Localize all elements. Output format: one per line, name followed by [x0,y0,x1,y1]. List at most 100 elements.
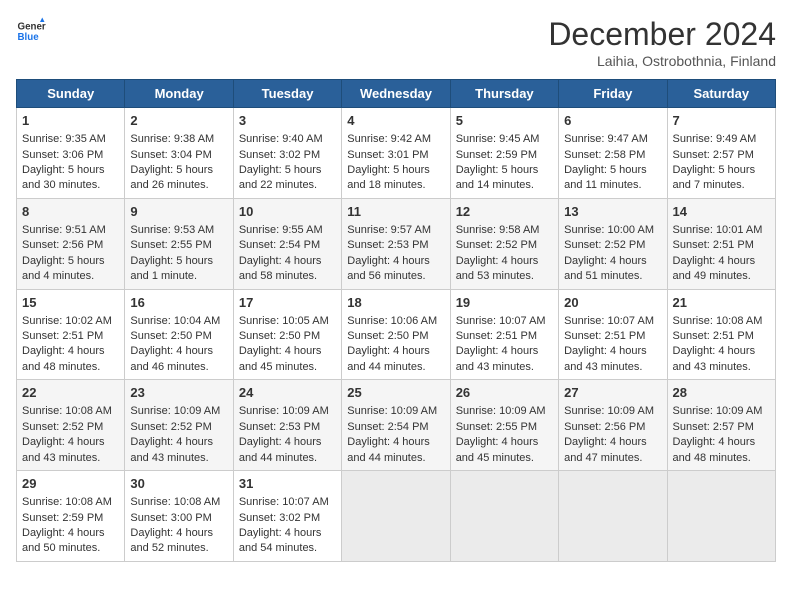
day-info: Sunset: 2:51 PM [673,238,770,253]
day-info: Sunrise: 10:09 AM [456,404,553,419]
day-info: and 51 minutes. [564,269,661,284]
calendar-cell: 19Sunrise: 10:07 AMSunset: 2:51 PMDaylig… [450,289,558,380]
day-info: Sunset: 2:54 PM [347,420,444,435]
calendar-cell: 6Sunrise: 9:47 AMSunset: 2:58 PMDaylight… [559,108,667,199]
calendar-cell: 7 Sunrise: 9:49 AMSunset: 2:57 PMDaylight… [667,108,775,199]
calendar-cell: 4Sunrise: 9:42 AMSunset: 3:01 PMDaylight… [342,108,450,199]
day-number: 21 [673,294,770,312]
day-info: Daylight: 5 hours [22,254,119,269]
day-info: Sunrise: 9:38 AM [130,132,227,147]
day-info: and 45 minutes. [456,451,553,466]
day-info: Sunset: 2:52 PM [564,238,661,253]
day-info: and 7 minutes. [673,178,770,193]
day-info: and 56 minutes. [347,269,444,284]
day-info: Daylight: 4 hours [564,254,661,269]
day-info: Sunset: 2:51 PM [456,329,553,344]
day-info: Daylight: 4 hours [564,344,661,359]
calendar-cell: 11Sunrise: 9:57 AMSunset: 2:53 PMDayligh… [342,198,450,289]
day-info: Sunrise: 9:35 AM [22,132,119,147]
day-info: and 54 minutes. [239,541,336,556]
calendar-cell: 3Sunrise: 9:40 AMSunset: 3:02 PMDaylight… [233,108,341,199]
day-info: Sunset: 2:52 PM [456,238,553,253]
day-number: 14 [673,203,770,221]
day-info: and 26 minutes. [130,178,227,193]
day-info: Sunset: 2:57 PM [673,420,770,435]
calendar-table: SundayMondayTuesdayWednesdayThursdayFrid… [16,79,776,562]
day-info: Sunset: 2:58 PM [564,148,661,163]
logo-icon: General Blue [16,16,46,46]
calendar-cell [342,471,450,562]
day-info: Sunset: 3:04 PM [130,148,227,163]
calendar-cell [667,471,775,562]
day-info: Daylight: 4 hours [239,344,336,359]
day-info: and 30 minutes. [22,178,119,193]
svg-text:General: General [18,22,47,33]
calendar-cell: 14Sunrise: 10:01 AMSunset: 2:51 PMDaylig… [667,198,775,289]
day-number: 16 [130,294,227,312]
day-info: Daylight: 4 hours [22,435,119,450]
day-number: 20 [564,294,661,312]
day-info: Daylight: 5 hours [673,163,770,178]
calendar-header: SundayMondayTuesdayWednesdayThursdayFrid… [17,80,776,108]
header-thursday: Thursday [450,80,558,108]
day-info: and 48 minutes. [673,451,770,466]
day-info: Sunrise: 9:55 AM [239,223,336,238]
calendar-cell: 1Sunrise: 9:35 AMSunset: 3:06 PMDaylight… [17,108,125,199]
day-info: Sunset: 2:54 PM [239,238,336,253]
calendar-cell: 22Sunrise: 10:08 AMSunset: 2:52 PMDaylig… [17,380,125,471]
day-info: Sunset: 2:55 PM [456,420,553,435]
week-row-5: 29Sunrise: 10:08 AMSunset: 2:59 PMDaylig… [17,471,776,562]
day-info: Sunset: 2:57 PM [673,148,770,163]
day-info: Sunset: 2:50 PM [130,329,227,344]
day-info: Sunrise: 10:02 AM [22,314,119,329]
day-info: Sunset: 2:52 PM [130,420,227,435]
day-number: 22 [22,384,119,402]
day-info: and 46 minutes. [130,360,227,375]
day-number: 25 [347,384,444,402]
calendar-cell: 8Sunrise: 9:51 AMSunset: 2:56 PMDaylight… [17,198,125,289]
calendar-cell: 23Sunrise: 10:09 AMSunset: 2:52 PMDaylig… [125,380,233,471]
calendar-cell: 25Sunrise: 10:09 AMSunset: 2:54 PMDaylig… [342,380,450,471]
day-info: Daylight: 4 hours [130,344,227,359]
day-info: and 43 minutes. [456,360,553,375]
calendar-cell: 12Sunrise: 9:58 AMSunset: 2:52 PMDayligh… [450,198,558,289]
day-info: and 18 minutes. [347,178,444,193]
day-number: 7 [673,112,770,130]
calendar-title: December 2024 [548,16,776,53]
day-info: Daylight: 5 hours [239,163,336,178]
day-info: Daylight: 4 hours [130,435,227,450]
day-number: 18 [347,294,444,312]
calendar-cell: 9Sunrise: 9:53 AMSunset: 2:55 PMDaylight… [125,198,233,289]
day-info: Sunrise: 10:07 AM [564,314,661,329]
header-wednesday: Wednesday [342,80,450,108]
calendar-cell: 13Sunrise: 10:00 AMSunset: 2:52 PMDaylig… [559,198,667,289]
day-info: Sunrise: 9:58 AM [456,223,553,238]
day-info: and 43 minutes. [22,451,119,466]
calendar-cell: 24Sunrise: 10:09 AMSunset: 2:53 PMDaylig… [233,380,341,471]
day-info: and 52 minutes. [130,541,227,556]
day-info: Sunset: 2:59 PM [456,148,553,163]
calendar-cell: 16 Sunrise: 10:04 AMSunset: 2:50 PMDaylig… [125,289,233,380]
header-monday: Monday [125,80,233,108]
day-info: and 44 minutes. [347,360,444,375]
day-info: Sunrise: 10:07 AM [456,314,553,329]
week-row-3: 15Sunrise: 10:02 AMSunset: 2:51 PMDaylig… [17,289,776,380]
day-info: Sunrise: 10:09 AM [564,404,661,419]
day-info: Daylight: 5 hours [130,163,227,178]
week-row-1: 1Sunrise: 9:35 AMSunset: 3:06 PMDaylight… [17,108,776,199]
day-info: Sunset: 3:00 PM [130,511,227,526]
calendar-cell: 10Sunrise: 9:55 AMSunset: 2:54 PMDayligh… [233,198,341,289]
day-info: and 4 minutes. [22,269,119,284]
calendar-cell: 17Sunrise: 10:05 AMSunset: 2:50 PMDaylig… [233,289,341,380]
day-info: Sunrise: 10:06 AM [347,314,444,329]
header-sunday: Sunday [17,80,125,108]
day-info: Sunrise: 10:04 AM [130,314,227,329]
day-info: Sunset: 2:51 PM [673,329,770,344]
day-info: Sunset: 2:51 PM [564,329,661,344]
day-info: Daylight: 4 hours [673,344,770,359]
day-info: Daylight: 5 hours [347,163,444,178]
calendar-subtitle: Laihia, Ostrobothnia, Finland [548,53,776,69]
day-info: Sunrise: 9:49 AM [673,132,770,147]
calendar-cell: 31Sunrise: 10:07 AMSunset: 3:02 PMDaylig… [233,471,341,562]
day-info: and 58 minutes. [239,269,336,284]
